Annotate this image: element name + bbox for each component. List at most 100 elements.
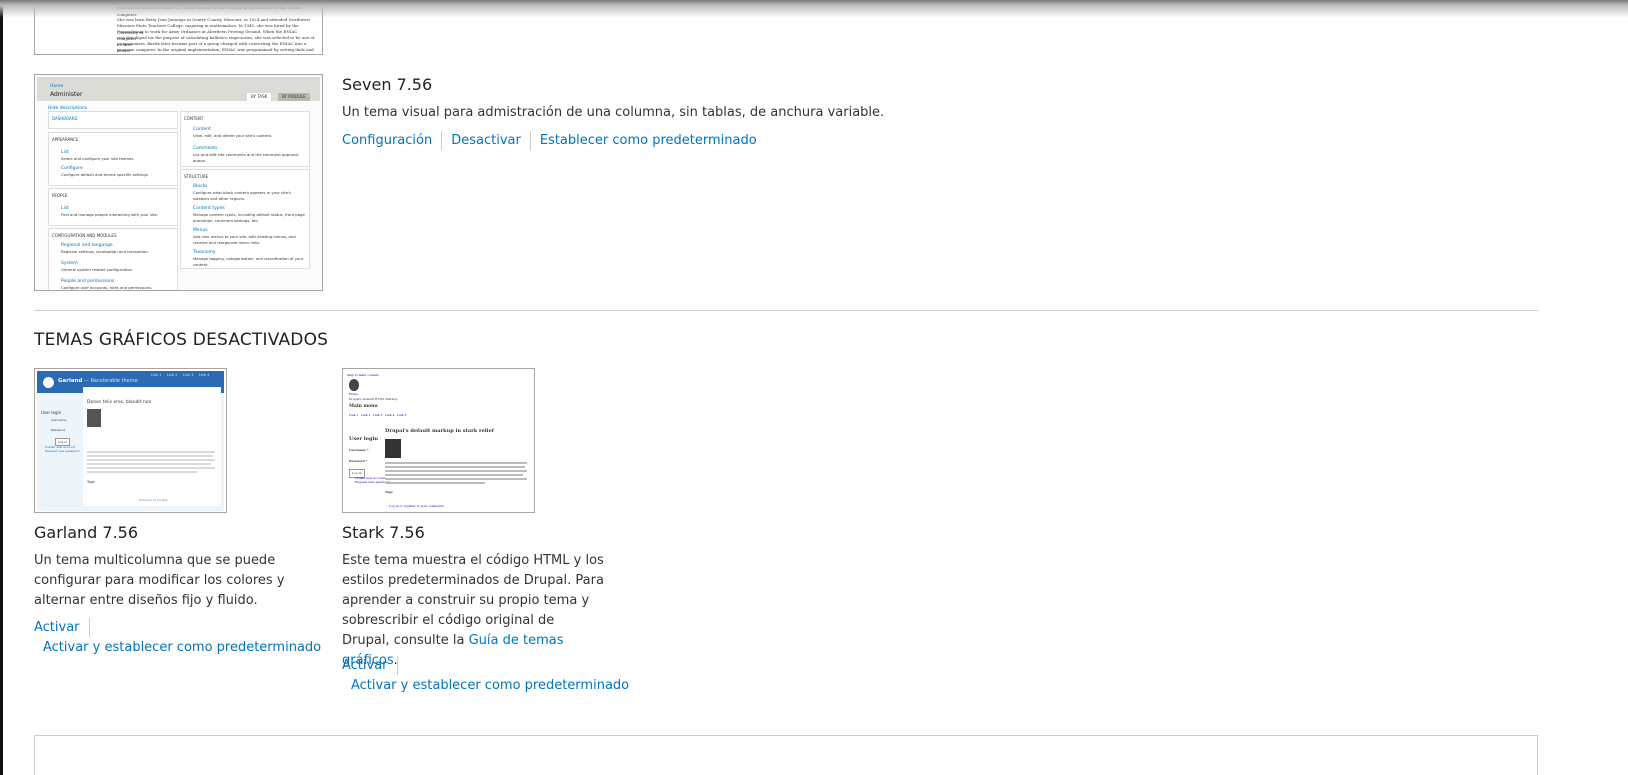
seven-preview-dashboard: DASHBOARD	[52, 116, 78, 121]
seven-configure-link[interactable]: Configuración	[342, 133, 432, 148]
seven-preview-title: Administer	[50, 91, 83, 98]
garland-theme-description: Un tema multicolumna que se puede config…	[34, 553, 285, 608]
garland-preview-site-name: Garland	[58, 378, 83, 384]
seven-preview-people-perm-desc: Configure user accounts, roles and permi…	[61, 285, 153, 290]
stark-preview-link: Link 3	[373, 413, 383, 417]
stark-preview-text-line	[385, 466, 525, 468]
seven-operations: Configuración Desactivar Establecer como p…	[342, 131, 757, 150]
seven-preview-panel: PEOPLE List Find and manage people inter…	[48, 188, 178, 226]
garland-preview-text-line	[87, 451, 215, 453]
garland-preview-user-login: User login	[41, 410, 62, 415]
ops-separator	[529, 131, 531, 150]
stark-preview-caption: Drupal's Default HTML Markup	[349, 397, 398, 401]
garland-preview-text-line	[87, 463, 211, 465]
garland-preview-footer: Powered by Drupal	[139, 498, 168, 502]
stark-theme-description: Este tema muestra el código HTML y los e…	[342, 551, 604, 671]
seven-preview-appearance: APPEARANCE	[52, 137, 79, 142]
stark-preview-text-line	[385, 474, 523, 476]
garland-preview-text-line	[87, 471, 197, 473]
seven-preview-people: PEOPLE	[52, 193, 68, 198]
stark-preview-link: Link 1	[349, 413, 359, 417]
garland-preview-nav: Link 4	[199, 373, 210, 377]
seven-preview-content-desc: View, edit, and delete your site's conte…	[193, 133, 273, 138]
stark-preview-footer-link: Log in or register to post comments	[389, 504, 444, 508]
garland-preview-text-line	[87, 467, 215, 469]
seven-preview-people-desc: Find and manage people interacting with …	[61, 212, 159, 217]
garland-preview-text-line	[87, 455, 213, 457]
seven-preview-header: Home Administer BY TASK BY MODULE	[37, 77, 320, 101]
drupal-logo-icon	[43, 377, 54, 388]
stark-preview-title: Drupal's default markup in stark relief	[385, 428, 494, 434]
stark-theme-name: Stark 7.56	[342, 523, 425, 542]
seven-preview-content-types-desc: Manage content types, including default …	[193, 212, 305, 223]
stark-preview-text-line	[385, 462, 527, 464]
seven-preview-panel: APPEARANCE List Select and configure you…	[48, 132, 178, 186]
stark-activate-link[interactable]: Activar	[342, 658, 388, 673]
seven-preview-configure-desc: Configure default and theme specific set…	[61, 172, 149, 177]
bartik-screenshot: Jean Bartik (born December 27, 1924) was…	[34, 0, 323, 55]
seven-preview-menus-desc: Add new menus to your site, edit existin…	[193, 234, 296, 245]
section-divider	[34, 310, 1538, 311]
seven-preview-taxonomy-desc: Manage tagging, categorization, and clas…	[193, 256, 304, 267]
stark-operations: Activar Activar y establecer como predet…	[342, 656, 632, 696]
seven-preview-comments-desc: List and edit site comments and the comm…	[193, 152, 299, 163]
stark-preview-text-line	[385, 470, 527, 472]
garland-preview-heading: Donec felis eros, blandit non	[87, 400, 152, 405]
garland-preview-text-line	[87, 459, 215, 461]
seven-preview-tab-module: BY MODULE	[278, 93, 310, 101]
next-section-box	[34, 735, 1538, 775]
stark-preview-main-menu: Main menu	[349, 404, 378, 409]
seven-screenshot: Home Administer BY TASK BY MODULE Hide d…	[34, 74, 323, 291]
ops-separator	[396, 656, 398, 675]
stark-preview-user-login: User login	[349, 436, 378, 442]
garland-activate-link[interactable]: Activar	[34, 620, 80, 635]
disabled-themes-heading: TEMAS GRÁFICOS DESACTIVADOS	[34, 330, 329, 350]
stark-preview-tags: Tags	[385, 490, 393, 494]
stark-preview-photo	[385, 439, 401, 458]
garland-preview-nav: Link 2	[167, 373, 178, 377]
seven-preview-home: Home	[50, 84, 64, 89]
seven-preview-structure: STRUCTURE	[184, 174, 209, 179]
stark-preview-link: Link 5	[397, 413, 407, 417]
seven-set-default-link[interactable]: Establecer como predeterminado	[540, 133, 757, 148]
stark-preview-text-line	[385, 478, 527, 480]
seven-preview-config: CONFIGURATION AND MODULES	[52, 233, 117, 238]
ops-separator	[88, 618, 90, 637]
stark-activate-default-link[interactable]: Activar y establecer como predeterminado	[351, 678, 629, 693]
seven-preview-panel: STRUCTURE Blocks Configure what block co…	[180, 169, 310, 269]
garland-preview-slogan: — Recolorable theme	[84, 378, 138, 384]
seven-preview-panel: CONTENT Content View, edit, and delete y…	[180, 111, 310, 167]
garland-preview-password: Password	[51, 428, 66, 432]
stark-preview-text-line	[385, 482, 485, 484]
window-left-edge	[0, 0, 3, 775]
garland-preview-tags: Tags	[87, 480, 95, 484]
stark-preview-password: Password *	[349, 459, 368, 463]
bartik-preview-text: program computer. In the original implem…	[117, 47, 314, 52]
garland-preview-nav: Link 1	[151, 373, 162, 377]
seven-preview-system-desc: General system related configuration.	[61, 267, 134, 272]
garland-preview-photo	[87, 409, 101, 427]
stark-preview-link: Link 2	[361, 413, 371, 417]
seven-theme-name: Seven 7.56	[342, 75, 433, 94]
drupal-drop-icon	[349, 379, 359, 391]
seven-preview-tab-task: BY TASK	[247, 93, 272, 101]
seven-disable-link[interactable]: Desactivar	[451, 133, 521, 148]
seven-theme-description: Un tema visual para admistración de una …	[342, 105, 885, 120]
seven-preview-regional-desc: Regional settings, localization and tran…	[61, 249, 149, 254]
garland-activate-default-link[interactable]: Activar y establecer como predeterminado	[43, 640, 321, 655]
garland-screenshot: Garland — Recolorable theme Link 1 Link …	[34, 368, 227, 513]
garland-preview-nav: Link 3	[183, 373, 194, 377]
ops-separator	[441, 131, 443, 150]
stark-preview-link: Link 4	[385, 413, 395, 417]
garland-preview-content: Donec felis eros, blandit non Tags Power…	[83, 387, 221, 506]
garland-preview-request: Request new password	[45, 449, 80, 453]
seven-preview-content: CONTENT	[184, 116, 204, 121]
stark-preview-username: Username *	[349, 448, 369, 452]
garland-operations: Activar Activar y establecer como predet…	[34, 618, 324, 658]
appearance-page: Jean Bartik (born December 27, 1924) was…	[0, 0, 1628, 775]
seven-preview-panel: DASHBOARD	[48, 111, 178, 129]
seven-preview-list-desc: Select and configure your site themes.	[61, 156, 135, 161]
garland-preview-username: Username	[51, 418, 67, 422]
stark-preview-skip: Skip to main content	[347, 373, 379, 377]
garland-theme-name: Garland 7.56	[34, 523, 139, 542]
